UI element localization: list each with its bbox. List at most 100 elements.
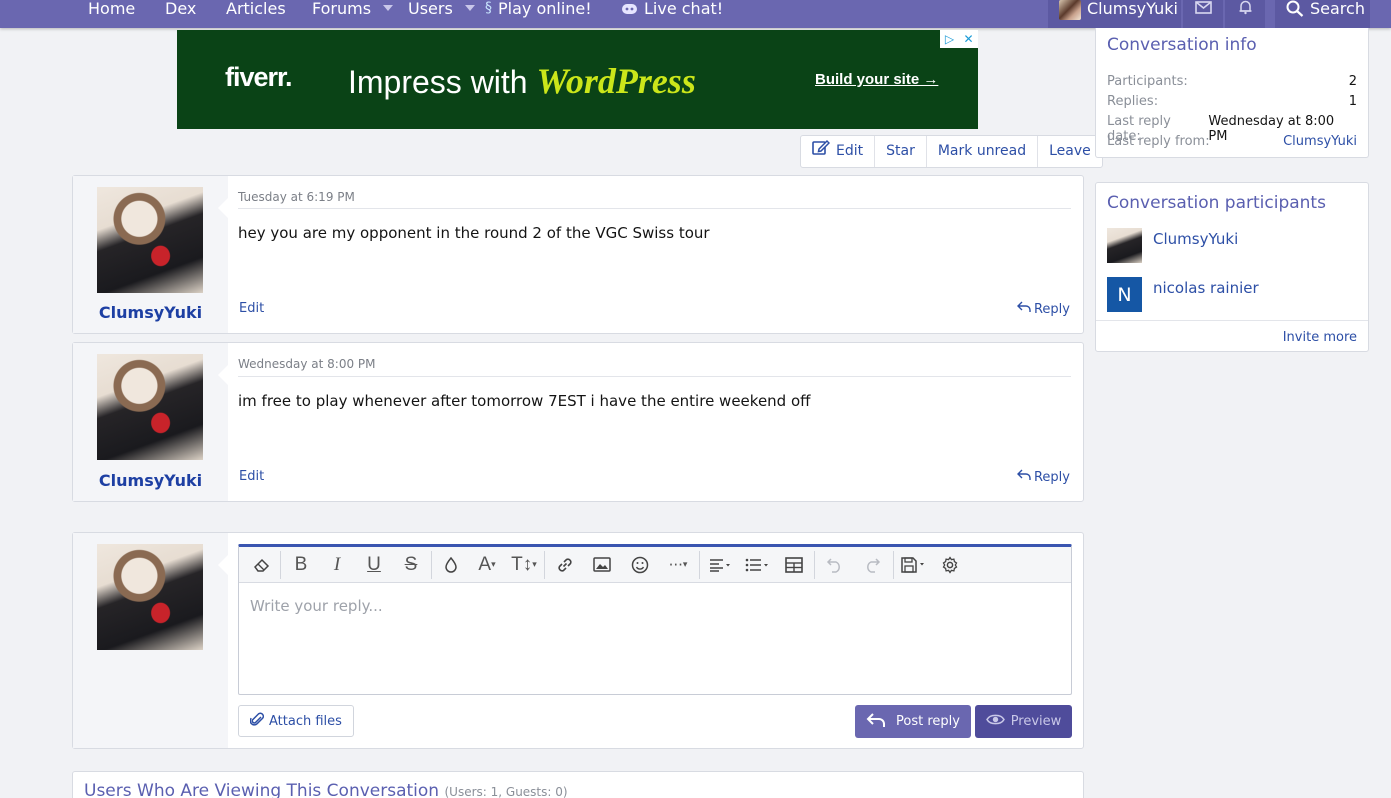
more-icon[interactable]: ··· ▾ bbox=[659, 547, 697, 583]
inbox-button[interactable] bbox=[1183, 0, 1223, 28]
ad-choices-badge[interactable]: ▷ ✕ bbox=[940, 30, 978, 48]
avatar bbox=[97, 544, 203, 650]
alerts-button[interactable] bbox=[1225, 0, 1265, 28]
attach-files-button[interactable]: Attach files bbox=[238, 705, 354, 737]
message-post: ClumsyYuki Wednesday at 8:00 PM im free … bbox=[72, 342, 1084, 502]
message-arrow bbox=[218, 555, 228, 575]
drafts-icon[interactable] bbox=[896, 547, 932, 583]
participant-name[interactable]: nicolas rainier bbox=[1153, 279, 1259, 297]
reply-button[interactable]: Reply bbox=[1016, 301, 1070, 317]
message-author[interactable]: ClumsyYuki bbox=[73, 471, 228, 490]
edit-label: Edit bbox=[836, 143, 864, 159]
nav-live-chat[interactable]: Live chat! bbox=[621, 0, 723, 28]
avatar[interactable] bbox=[97, 354, 203, 460]
nav-play-online-label: Play online! bbox=[498, 0, 592, 18]
advertisement-banner[interactable]: fiverr. Impress with WordPress Build you… bbox=[177, 30, 978, 129]
message-date[interactable]: Wednesday at 8:00 PM bbox=[238, 357, 376, 371]
reply-input[interactable]: Write your reply... bbox=[250, 597, 383, 615]
message-body: im free to play whenever after tomorrow … bbox=[238, 392, 811, 410]
mark-unread-label: Mark unread bbox=[937, 143, 1027, 159]
viewing-users-count: (Users: 1, Guests: 0) bbox=[444, 785, 568, 798]
star-button[interactable]: Star bbox=[875, 136, 927, 167]
edit-message-link[interactable]: Edit bbox=[239, 469, 264, 484]
toolbar-separator bbox=[814, 550, 815, 579]
ad-cta-link[interactable]: Build your site → bbox=[815, 71, 938, 88]
avatar bbox=[1059, 0, 1081, 20]
reply-icon bbox=[1016, 301, 1031, 317]
edit-conversation-button[interactable]: Edit bbox=[801, 136, 876, 167]
nav-forums-label: Forums bbox=[312, 0, 372, 18]
participant-name[interactable]: ClumsyYuki bbox=[1153, 230, 1238, 248]
search-icon bbox=[1286, 0, 1304, 17]
message-date[interactable]: Tuesday at 6:19 PM bbox=[238, 190, 355, 204]
color-icon[interactable] bbox=[434, 547, 468, 583]
avatar[interactable] bbox=[1107, 228, 1142, 263]
avatar[interactable] bbox=[97, 187, 203, 293]
undo-icon[interactable] bbox=[817, 547, 853, 583]
toolbar-separator bbox=[893, 550, 894, 579]
envelope-icon bbox=[1194, 1, 1212, 14]
participant-item[interactable]: ClumsyYuki bbox=[1107, 228, 1238, 263]
nav-dex[interactable]: Dex bbox=[165, 0, 196, 28]
message-user-panel: ClumsyYuki bbox=[73, 176, 228, 333]
emoji-icon[interactable] bbox=[621, 547, 659, 583]
info-value: 2 bbox=[1348, 74, 1357, 89]
align-icon[interactable] bbox=[702, 547, 738, 583]
post-reply-button[interactable]: Post reply bbox=[855, 705, 971, 738]
leave-button[interactable]: Leave bbox=[1038, 136, 1102, 167]
invite-more-link[interactable]: Invite more bbox=[1283, 330, 1357, 345]
toolbar-separator bbox=[544, 550, 545, 579]
conversation-info-title: Conversation info bbox=[1107, 35, 1257, 55]
close-icon[interactable]: ✕ bbox=[959, 30, 978, 48]
chevron-down-icon[interactable] bbox=[464, 5, 475, 11]
reply-editor[interactable]: B I U S A ▾ T↕ ▾ ··· ▾ Write your reply.… bbox=[238, 544, 1072, 695]
nav-forums[interactable]: Forums bbox=[312, 0, 394, 28]
nav-articles[interactable]: Articles bbox=[226, 0, 286, 28]
star-label: Star bbox=[886, 143, 915, 159]
table-icon[interactable] bbox=[776, 547, 812, 583]
toolbar-separator bbox=[699, 550, 700, 579]
nav-users-label: Users bbox=[408, 0, 453, 18]
message-body: hey you are my opponent in the round 2 o… bbox=[238, 224, 710, 242]
adchoices-icon[interactable]: ▷ bbox=[940, 30, 959, 48]
quick-reply: B I U S A ▾ T↕ ▾ ··· ▾ Write your reply.… bbox=[72, 532, 1084, 749]
leave-label: Leave bbox=[1049, 143, 1091, 159]
conversation-actions: Edit Star Mark unread Leave bbox=[800, 135, 1103, 168]
edit-icon bbox=[812, 136, 831, 167]
paperclip-icon bbox=[249, 711, 265, 731]
eraser-icon[interactable] bbox=[245, 547, 278, 583]
eye-icon bbox=[985, 713, 1005, 730]
pokemon-showdown-icon: § bbox=[485, 0, 492, 16]
viewing-users-title: Users Who Are Viewing This Conversation … bbox=[84, 781, 568, 798]
font-family-icon[interactable]: A ▾ bbox=[468, 547, 506, 583]
list-icon[interactable] bbox=[738, 547, 776, 583]
post-reply-label: Post reply bbox=[896, 714, 960, 729]
account-menu[interactable]: ClumsyYuki bbox=[1048, 0, 1181, 28]
reply-button[interactable]: Reply bbox=[1016, 469, 1070, 485]
search-button[interactable]: Search bbox=[1275, 0, 1370, 28]
avatar[interactable]: N bbox=[1107, 277, 1142, 312]
redo-icon[interactable] bbox=[853, 547, 891, 583]
conversation-participants-block: Conversation participants ClumsyYuki N n… bbox=[1095, 182, 1369, 352]
image-icon[interactable] bbox=[583, 547, 621, 583]
info-participants-row: Participants: 2 bbox=[1107, 74, 1357, 89]
edit-message-link[interactable]: Edit bbox=[239, 301, 264, 316]
toolbar-separator bbox=[431, 550, 432, 579]
mark-unread-button[interactable]: Mark unread bbox=[927, 136, 1039, 167]
participant-item[interactable]: N nicolas rainier bbox=[1107, 277, 1259, 312]
nav-play-online[interactable]: § Play online! bbox=[485, 0, 592, 28]
nav-home[interactable]: Home bbox=[88, 0, 135, 28]
search-label: Search bbox=[1310, 0, 1365, 18]
preview-button[interactable]: Preview bbox=[975, 705, 1072, 738]
strikethrough-icon[interactable]: S bbox=[393, 547, 429, 583]
message-author[interactable]: ClumsyYuki bbox=[73, 303, 228, 322]
underline-icon[interactable]: U bbox=[355, 547, 393, 583]
link-icon[interactable] bbox=[547, 547, 583, 583]
info-user-link[interactable]: ClumsyYuki bbox=[1283, 134, 1357, 149]
settings-icon[interactable] bbox=[932, 547, 968, 583]
bold-icon[interactable]: B bbox=[283, 547, 319, 583]
nav-users[interactable]: Users bbox=[408, 0, 475, 28]
italic-icon[interactable]: I bbox=[319, 547, 355, 583]
chevron-down-icon[interactable] bbox=[383, 5, 394, 11]
font-size-icon[interactable]: T↕ ▾ bbox=[506, 547, 542, 583]
